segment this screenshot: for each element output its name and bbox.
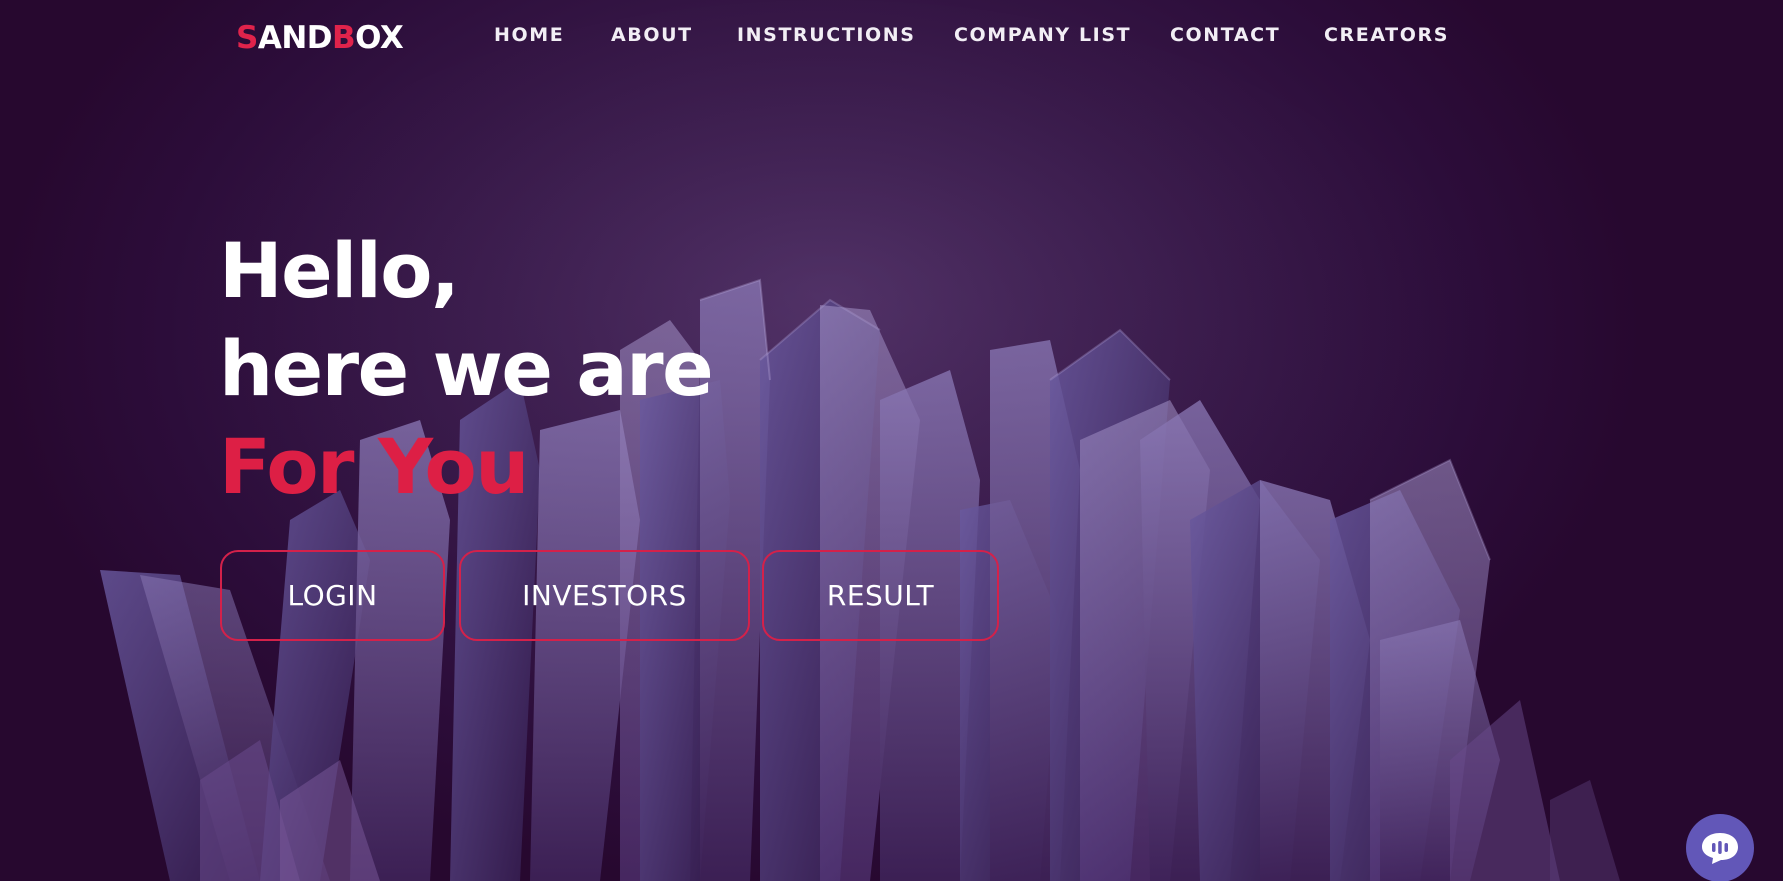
nav-link-instructions[interactable]: INSTRUCTIONS xyxy=(737,24,916,46)
logo-letter-b: B xyxy=(332,20,356,56)
logo[interactable]: SANDBOX xyxy=(236,20,404,56)
chat-bubble-icon xyxy=(1702,833,1738,864)
login-button[interactable]: LOGIN xyxy=(220,550,445,641)
nav-link-contact[interactable]: CONTACT xyxy=(1170,24,1280,46)
hero-line-here-we-are: here we are xyxy=(219,324,714,413)
logo-text-and: AND xyxy=(257,20,333,56)
nav-link-creators[interactable]: CREATORS xyxy=(1324,24,1449,46)
nav-link-home[interactable]: HOME xyxy=(494,24,564,46)
landing-page: SANDBOX HOME ABOUT INSTRUCTIONS COMPANY … xyxy=(0,0,1783,881)
investors-button[interactable]: INVESTORS xyxy=(459,550,750,641)
hero-line-hello: Hello, xyxy=(219,226,460,315)
navbar: SANDBOX HOME ABOUT INSTRUCTIONS COMPANY … xyxy=(0,0,1783,72)
chat-widget-button[interactable] xyxy=(1686,814,1754,881)
hero-line-for-you: For You xyxy=(219,422,529,511)
logo-text-ox: OX xyxy=(355,20,404,56)
result-button[interactable]: RESULT xyxy=(762,550,999,641)
nav-link-about[interactable]: ABOUT xyxy=(611,24,693,46)
logo-letter-s: S xyxy=(236,20,258,56)
hero-heading: Hello, here we are For You xyxy=(219,222,714,516)
nav-link-company-list[interactable]: COMPANY LIST xyxy=(954,24,1131,46)
